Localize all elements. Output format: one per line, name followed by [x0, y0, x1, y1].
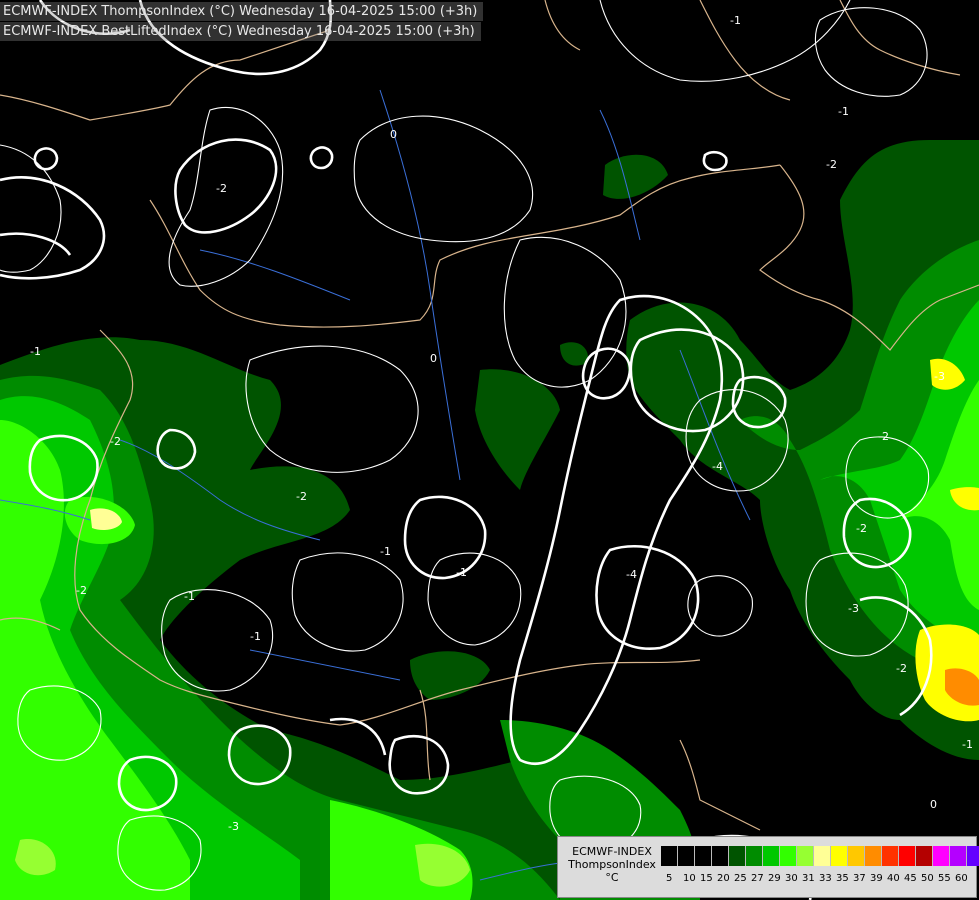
map-title-secondary: ECMWF-INDEX BestLiftedIndex (°C) Wednesd… — [0, 22, 481, 41]
legend-swatch — [831, 846, 848, 866]
legend-swatch — [780, 846, 797, 866]
legend-swatch — [814, 846, 831, 866]
contour-label: 0 — [930, 798, 937, 811]
contour-label: -2 — [110, 435, 121, 448]
legend-swatch — [729, 846, 746, 866]
legend-tick-label: 37 — [853, 873, 866, 884]
contour-label: -2 — [896, 662, 907, 675]
legend-swatch — [797, 846, 814, 866]
legend-tick-label: 40 — [887, 873, 900, 884]
contour-label: -2 — [296, 490, 307, 503]
contour-label: -1 — [456, 566, 467, 579]
contour-label: -1 — [30, 345, 41, 358]
legend-tick-label: 55 — [938, 873, 951, 884]
contour-label: -1 — [730, 14, 741, 27]
contour-label: -1 — [962, 738, 973, 751]
legend-tick-label: 50 — [921, 873, 934, 884]
contour-label: -2 — [856, 522, 867, 535]
legend-swatch — [882, 846, 899, 866]
legend-swatch — [763, 846, 780, 866]
contour-label: -2 — [826, 158, 837, 171]
legend-ticks: 5 10 15 20 25 27 29 30 31 33 35 37 39 40 45 50 55 60 — [666, 873, 972, 884]
legend-tick-label: 60 — [955, 873, 968, 884]
contour-label: -3 — [934, 370, 945, 383]
legend-title-source: ECMWF-INDEX — [572, 845, 652, 858]
contour-label: -1 — [380, 545, 391, 558]
contour-label: -2 — [216, 182, 227, 195]
legend-tick-label: 10 — [683, 873, 696, 884]
legend-tick-label: 33 — [819, 873, 832, 884]
contour-label: -4 — [712, 460, 723, 473]
legend-tick-label: 27 — [751, 873, 764, 884]
map-title-primary: ECMWF-INDEX ThompsonIndex (°C) Wednesday… — [0, 2, 484, 21]
legend-tick-label: 30 — [785, 873, 798, 884]
legend-tick-label: 31 — [802, 873, 815, 884]
legend-swatch — [661, 846, 678, 866]
legend-title-unit: °C — [605, 871, 619, 884]
contour-label: 0 — [390, 128, 397, 141]
legend-swatch — [678, 846, 695, 866]
legend-swatch — [933, 846, 950, 866]
contour-label: -3 — [848, 602, 859, 615]
contour-label: -1 — [838, 105, 849, 118]
legend-tick-label: 29 — [768, 873, 781, 884]
contour-label: -4 — [626, 568, 637, 581]
contour-label: -1 — [184, 590, 195, 603]
legend-tick-label: 39 — [870, 873, 883, 884]
legend-tick-label: 45 — [904, 873, 917, 884]
legend-swatch — [967, 846, 979, 866]
legend-swatch — [899, 846, 916, 866]
contour-label: -3 — [228, 820, 239, 833]
legend-tick-label: 5 — [666, 873, 673, 884]
legend-swatch — [848, 846, 865, 866]
legend-swatch — [916, 846, 933, 866]
legend-tick-label: 20 — [717, 873, 730, 884]
legend-title-parameter: ThompsonIndex — [568, 858, 656, 871]
weather-map: -1 -2 0 -1 -2 -3 -4 -2 0 -1 -4 -3 -2 -1 … — [0, 0, 979, 900]
legend-swatch — [746, 846, 763, 866]
legend-title: ECMWF-INDEX ThompsonIndex °C — [562, 845, 662, 884]
legend-tick-label: 25 — [734, 873, 747, 884]
color-legend: ECMWF-INDEX ThompsonIndex °C 5 10 15 20 25 27… — [557, 836, 979, 898]
legend-tick-label: 35 — [836, 873, 849, 884]
legend-swatch — [695, 846, 712, 866]
contour-label: -1 — [250, 630, 261, 643]
legend-swatch — [950, 846, 967, 866]
legend-tick-label: 15 — [700, 873, 713, 884]
legend-swatch — [865, 846, 882, 866]
contour-label: 0 — [430, 352, 437, 365]
legend-swatches — [661, 846, 979, 866]
legend-swatch — [712, 846, 729, 866]
contour-label: -2 — [76, 584, 87, 597]
contour-label: -2 — [878, 430, 889, 443]
